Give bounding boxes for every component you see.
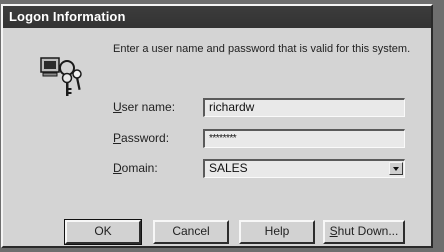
cancel-button[interactable]: Cancel xyxy=(153,220,229,244)
window-title: Logon Information xyxy=(9,9,126,24)
user-name-label: User name: xyxy=(113,100,176,114)
logon-keys-icon xyxy=(37,52,87,102)
instructions-text: Enter a user name and password that is v… xyxy=(113,43,411,55)
help-button[interactable]: Help xyxy=(239,220,315,244)
password-field[interactable]: ******** xyxy=(203,129,405,148)
domain-label: Domain: xyxy=(113,161,158,175)
chevron-down-icon[interactable] xyxy=(389,162,403,175)
user-name-field[interactable]: richardw xyxy=(203,98,405,117)
domain-value: SALES xyxy=(209,161,248,175)
domain-dropdown[interactable]: SALES xyxy=(203,159,405,178)
title-bar[interactable]: Logon Information xyxy=(3,6,431,28)
password-label: Password: xyxy=(113,131,170,145)
shut-down-button[interactable]: Shut Down... xyxy=(323,220,405,244)
ok-button[interactable]: OK xyxy=(64,219,142,245)
logon-information-dialog: Logon Information Enter a user name and … xyxy=(1,4,433,248)
